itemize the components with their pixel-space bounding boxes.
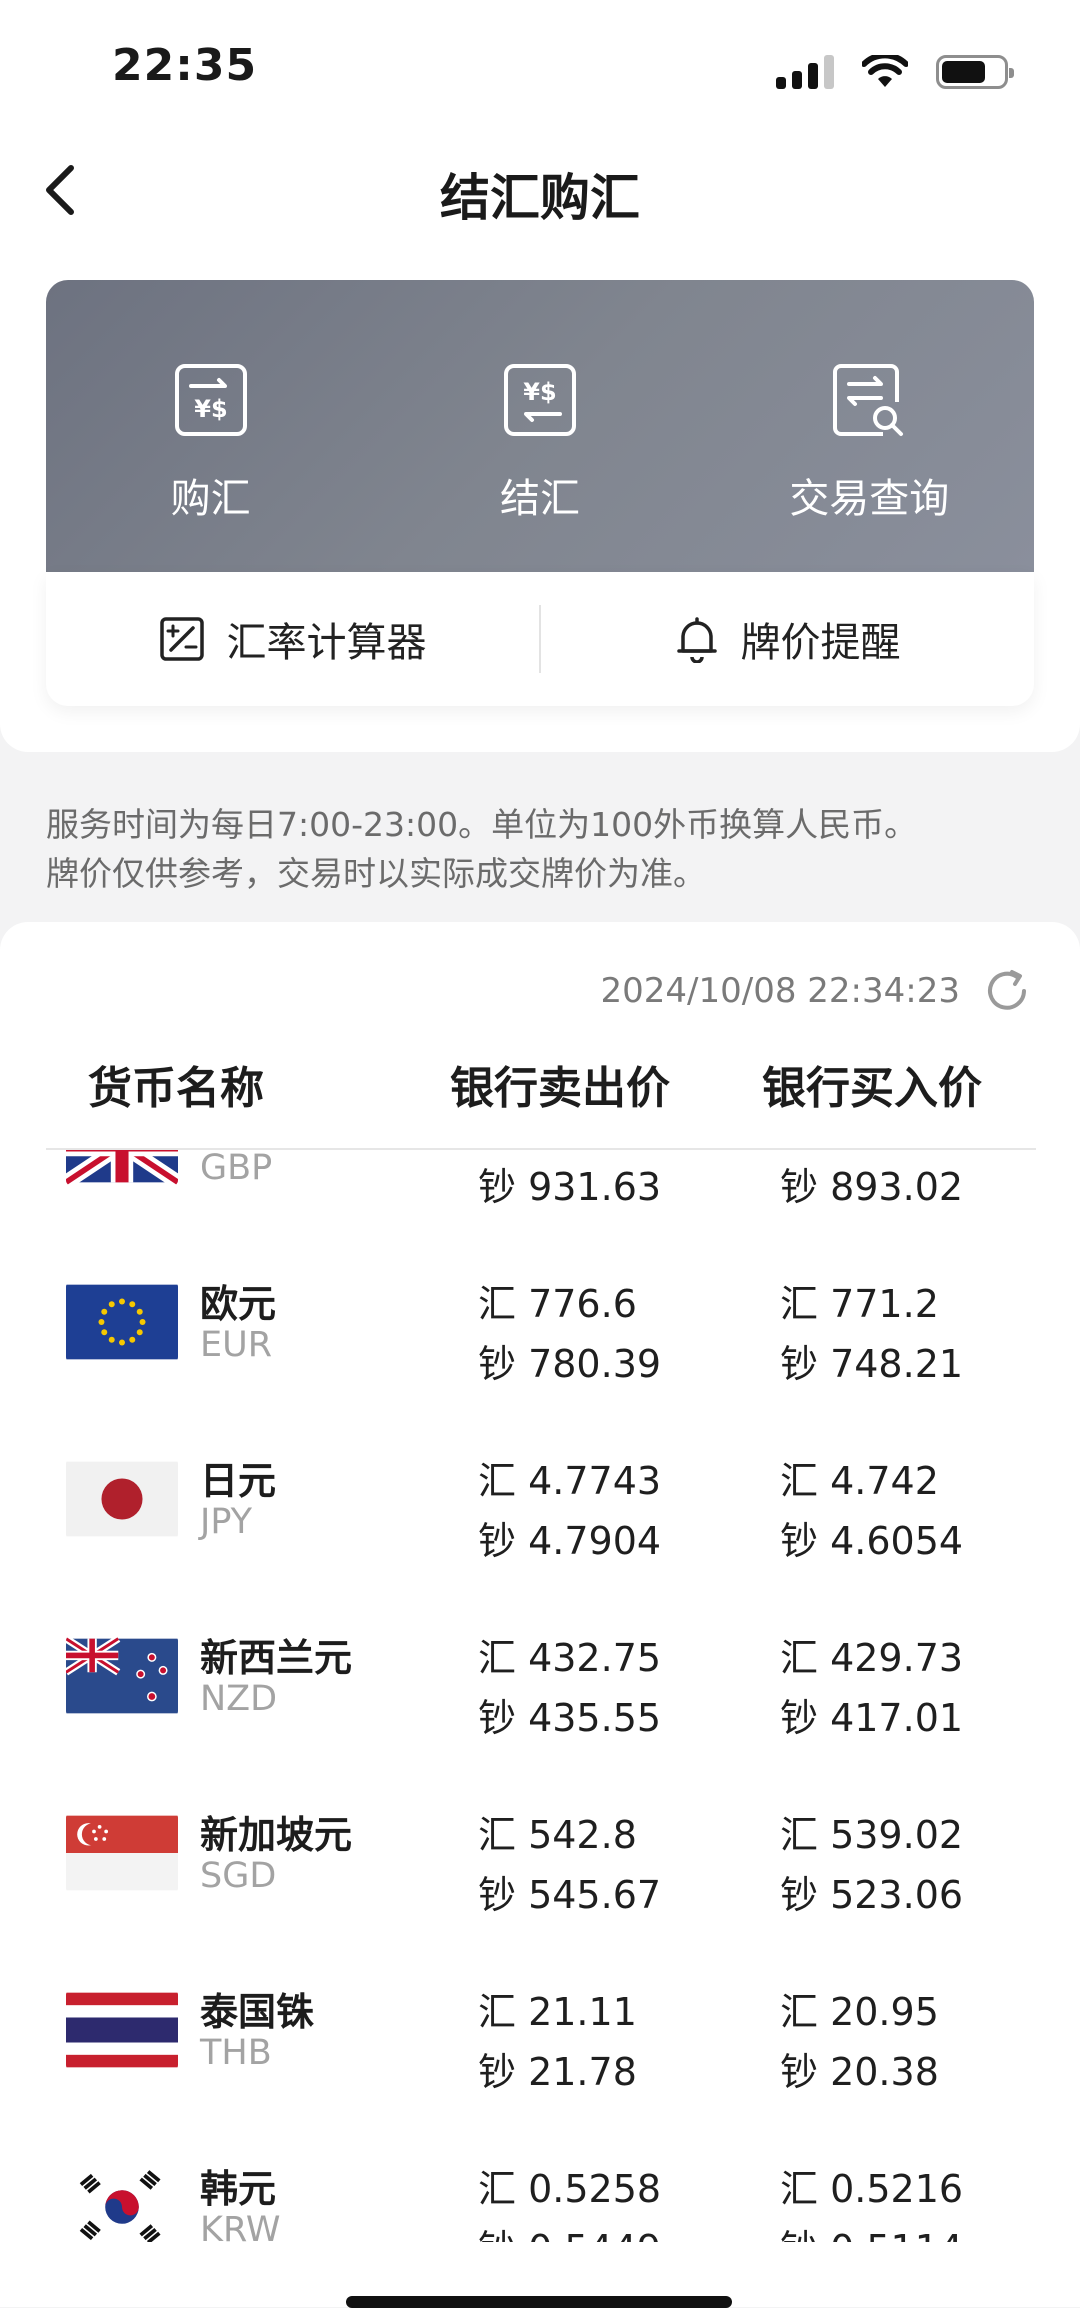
currency-buy-icon: ¥$ [174,364,247,436]
rate-list[interactable]: GBP 钞 931.63 钞 893.02 欧元 EUR 汇 776.6 钞 7… [0,1150,1080,2242]
buy-rate-fx: 汇 771.2 [780,1282,939,1326]
thailand-flag-icon [66,1989,178,2071]
table-row[interactable]: 新西兰元 NZD 汇 432.75 钞 435.55 汇 429.73 钞 41… [0,1609,1080,1786]
transaction-search-icon [833,364,904,436]
eu-flag-icon [66,1281,178,1363]
currency-name: 欧元 [200,1282,277,1326]
sell-rate-cash: 钞 21.78 [478,2050,637,2094]
buy-rate-fx: 汇 429.73 [780,1636,964,1680]
currency-name: 韩元 [200,2167,277,2211]
table-row[interactable]: 欧元 EUR 汇 776.6 钞 780.39 汇 771.2 钞 748.21 [0,1255,1080,1432]
header-sell: 银行卖出价 [450,1063,670,1114]
rate-table-header: 货币名称 银行卖出价 银行买入价 [0,1052,1080,1122]
buy-rate-cash: 钞 893.02 [780,1165,964,1209]
transaction-query-label: 交易查询 [789,476,950,522]
updated-time: 2024/10/08 22:34:23 [600,971,960,1011]
sell-rate-cash: 钞 780.39 [478,1342,662,1386]
bell-icon [676,617,717,663]
sell-rate-fx: 汇 4.7743 [478,1459,662,1503]
sell-fx-button[interactable]: ¥$ 结汇 [375,280,704,572]
currency-code: EUR [200,1325,273,1365]
sell-rate-cash: 钞 0.5449 [478,2218,661,2242]
korea-flag-icon [66,2166,178,2242]
sell-rate-cash: 钞 931.63 [478,1165,662,1209]
buy-rate-cash: 钞 417.01 [780,1696,964,1740]
table-row[interactable]: 日元 JPY 汇 4.7743 钞 4.7904 汇 4.742 钞 4.605… [0,1432,1080,1609]
table-row[interactable]: 新加坡元 SGD 汇 542.8 钞 545.67 汇 539.02 钞 523… [0,1786,1080,1963]
wifi-icon [862,55,908,87]
buy-rate-fx: 汇 539.02 [780,1813,964,1857]
buy-rate-cash: 钞 20.38 [780,2050,939,2094]
calculator-icon [159,617,204,661]
currency-name: 日元 [200,1459,277,1503]
sell-rate-fx: 汇 21.11 [478,1990,637,2034]
sell-rate-cash: 钞 545.67 [478,1873,662,1917]
buy-rate-fx: 汇 0.5216 [780,2167,964,2211]
currency-sell-icon: ¥$ [503,364,576,436]
sell-rate-fx: 汇 776.6 [478,1282,637,1326]
battery-icon [936,55,1014,89]
transaction-query-button[interactable]: 交易查询 [705,280,1034,572]
sell-rate-cash: 钞 435.55 [478,1696,662,1740]
status-icons [776,52,1014,92]
currency-code: JPY [200,1502,253,1542]
buy-fx-button[interactable]: ¥$ 购汇 [46,280,375,572]
table-row[interactable]: GBP 钞 931.63 钞 893.02 [0,1150,1080,1255]
buy-rate-cash: 钞 523.06 [780,1873,964,1917]
buy-rate-fx: 汇 4.742 [780,1459,939,1503]
rate-calculator-label: 汇率计算器 [226,620,427,666]
sell-rate-fx: 汇 432.75 [478,1636,662,1680]
uk-flag-icon [66,1150,178,1186]
header-currency: 货币名称 [88,1063,264,1114]
currency-code: GBP [200,1150,273,1188]
sell-rate-fx: 汇 542.8 [478,1813,637,1857]
buy-rate-cash: 钞 4.6054 [780,1519,964,1563]
buy-rate-fx: 汇 20.95 [780,1990,939,2034]
new-zealand-flag-icon [66,1635,178,1717]
service-notice: 服务时间为每日7:00-23:00。单位为100外币换算人民币。 牌价仅供参考，… [46,800,1046,898]
home-indicator[interactable] [346,2296,732,2308]
status-time: 22:35 [112,40,258,91]
currency-name: 新西兰元 [200,1636,353,1680]
buy-fx-label: 购汇 [170,476,251,522]
rate-alert-button[interactable]: 牌价提醒 [541,610,1034,668]
rate-panel: 2024/10/08 22:34:23 货币名称 银行卖出价 银行买入价 GBP… [0,922,1080,2307]
svg-text:¥$: ¥$ [194,395,227,423]
service-card: ¥$ 购汇 ¥$ 结汇 交易查询 [46,280,1034,572]
table-row[interactable]: 泰国铢 THB 汇 21.11 钞 21.78 汇 20.95 钞 20.38 [0,1963,1080,2140]
rate-calculator-button[interactable]: 汇率计算器 [46,610,539,668]
header-buy: 银行买入价 [762,1063,982,1114]
refresh-icon[interactable] [982,966,1032,1016]
table-row[interactable]: 韩元 KRW 汇 0.5258 钞 0.5449 汇 0.5216 钞 0.51… [0,2140,1080,2242]
rate-alert-label: 牌价提醒 [740,620,901,666]
notice-line-2: 牌价仅供参考，交易时以实际成交牌价为准。 [46,854,706,893]
japan-flag-icon [66,1458,178,1540]
currency-code: THB [200,2033,272,2073]
sell-rate-fx: 汇 0.5258 [478,2167,662,2211]
page-title: 结汇购汇 [440,169,640,227]
svg-text:¥$: ¥$ [523,378,556,406]
buy-rate-cash: 钞 748.21 [780,1342,964,1386]
currency-name: 泰国铢 [200,1990,315,2034]
currency-code: NZD [200,1679,278,1719]
tool-row: 汇率计算器 牌价提醒 [46,572,1034,706]
buy-rate-cash: 钞 0.5114 [780,2218,963,2242]
currency-name: 新加坡元 [200,1813,353,1857]
singapore-flag-icon [66,1812,178,1894]
notice-line-1: 服务时间为每日7:00-23:00。单位为100外币换算人民币。 [46,805,918,844]
signal-icon [776,55,834,89]
sell-rate-cash: 钞 4.7904 [478,1519,662,1563]
currency-code: SGD [200,1856,277,1896]
currency-code: KRW [200,2210,281,2242]
sell-fx-label: 结汇 [499,476,580,522]
updated-row: 2024/10/08 22:34:23 [601,966,1032,1016]
